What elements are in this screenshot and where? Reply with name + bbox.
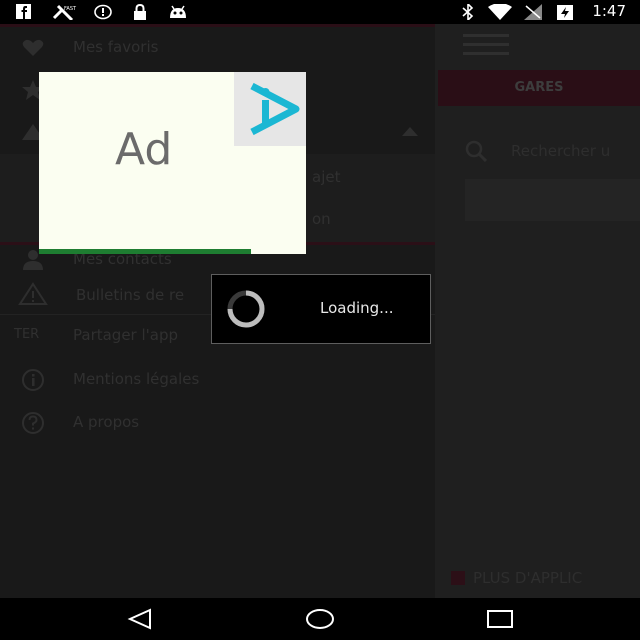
drawer-item-label: Partager l'app [73,326,179,344]
main-content: GARES Rechercher u PLUS D'APPLIC [435,24,640,598]
ad-progress-bar [39,249,251,254]
menu-icon[interactable] [463,34,509,55]
clock: 1:47 [592,2,626,20]
drawer-item-label: Mentions légales [73,370,200,388]
drawer-item-label: A propos [73,413,140,431]
ad-play-icon [250,82,300,136]
heart-icon [22,39,44,56]
drawer-item-label: Mes favoris [73,38,159,56]
more-apps-label: PLUS D'APPLIC [473,569,583,587]
loading-text: Loading... [320,299,394,317]
bluetooth-icon [462,4,474,20]
signal-icon [524,4,542,20]
android-icon [170,5,186,18]
more-apps-link[interactable]: PLUS D'APPLIC [451,569,582,587]
status-bar: FAST 1:47 [0,0,640,24]
lock-icon [134,4,146,20]
tab-gares[interactable]: GARES [438,70,640,106]
submenu-item-label: on [312,210,331,228]
navigation-bar [0,598,640,640]
back-icon[interactable] [126,607,156,631]
svg-text:FAST: FAST [64,6,77,12]
ter-icon: TER [14,327,40,342]
warning-icon [18,282,48,305]
alert-icon [94,4,112,20]
ad-label: Ad [115,124,173,175]
question-icon [22,412,44,434]
search-results-bar [465,179,640,221]
search-placeholder: Rechercher u [511,142,611,160]
wifi-icon [488,4,512,20]
app-screen: GARES Rechercher u PLUS D'APPLIC Mes fav… [0,24,640,598]
drawer-top-bar [0,24,435,27]
spinner-icon [227,290,265,328]
drawer-item-favoris[interactable]: Mes favoris [0,36,435,60]
facebook-icon [16,4,31,19]
satellite-icon: FAST [52,4,77,20]
loading-dialog: Loading... [211,274,431,344]
drawer-item-apropos[interactable]: A propos [0,411,435,435]
drawer-item-label: Bulletins de re [76,286,185,304]
search-field[interactable]: Rechercher u [465,136,640,166]
ad-banner[interactable]: Ad [39,72,306,254]
home-icon[interactable] [305,607,335,631]
ad-logo-icon[interactable] [234,72,306,146]
drawer-item-mentions[interactable]: Mentions légales [0,368,435,392]
submenu-item-label: ajet [312,168,341,186]
recents-icon[interactable] [485,607,515,631]
battery-icon [557,5,573,20]
plus-icon [451,571,465,585]
info-icon [22,369,44,391]
search-icon [465,140,487,162]
chevron-up-icon[interactable] [400,124,420,138]
